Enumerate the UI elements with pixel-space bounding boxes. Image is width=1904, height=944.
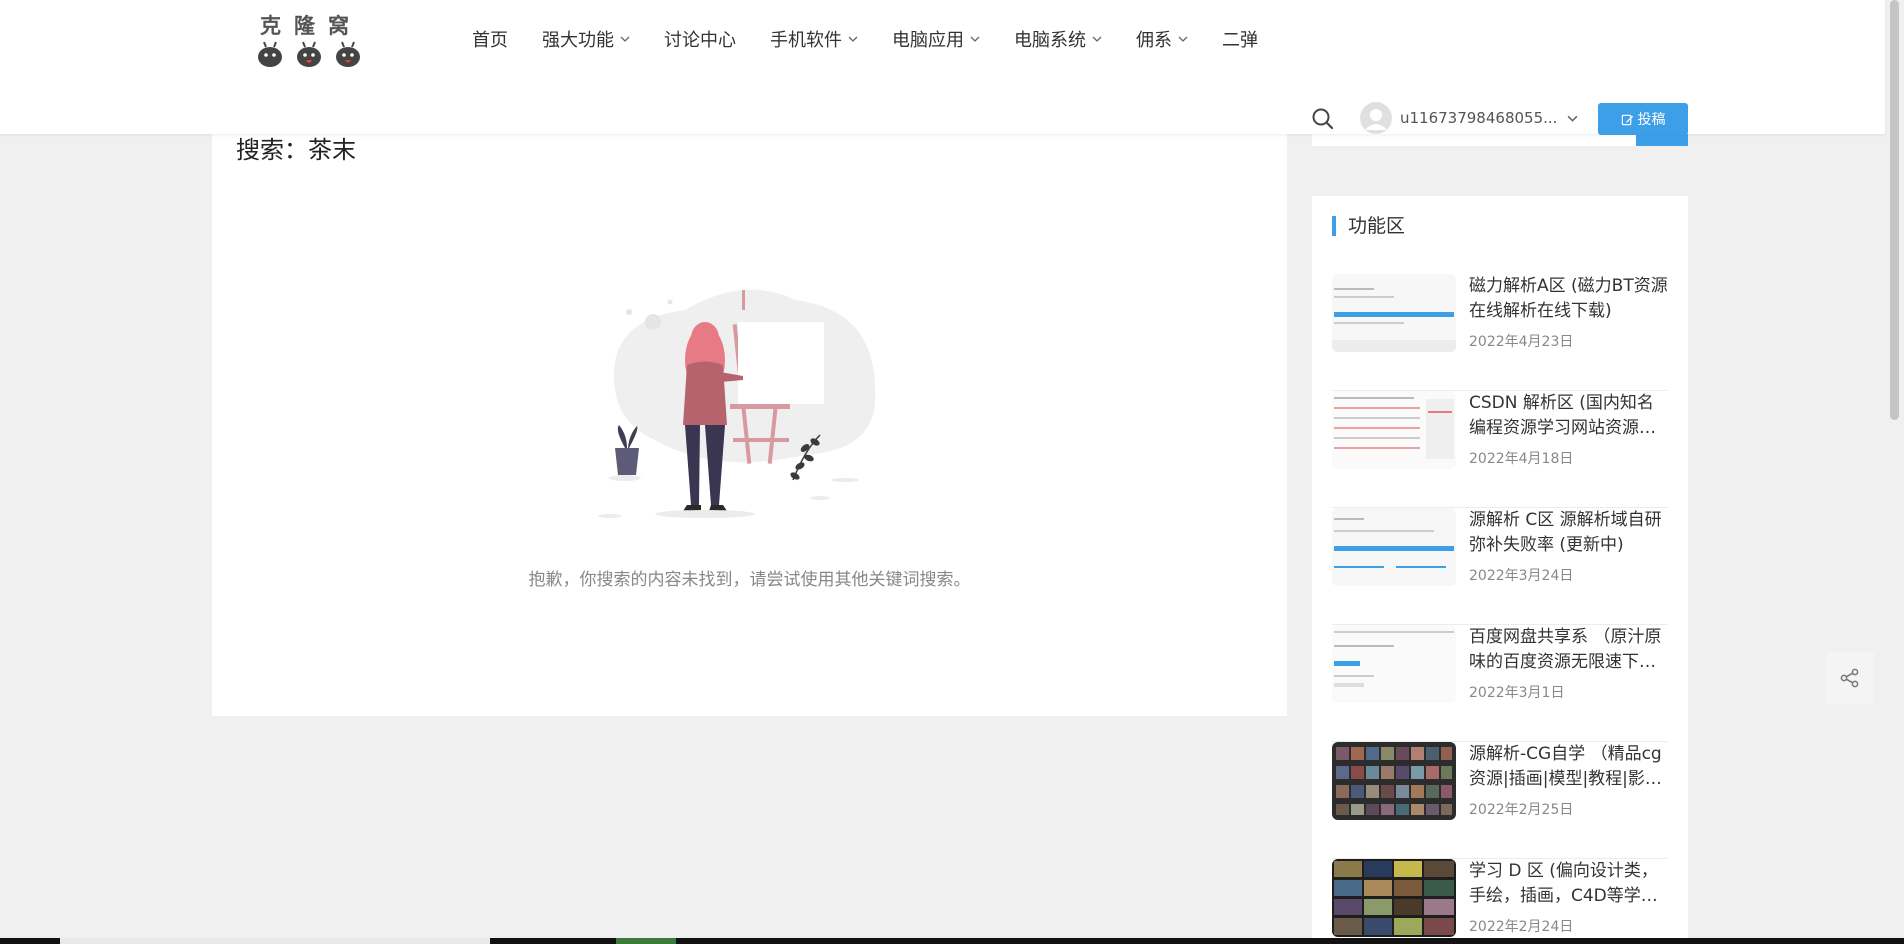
list-item[interactable]: CSDN 解析区 (国内知名编程资源学习网站资源解析) 2022年4月18日 — [1332, 391, 1668, 508]
post-thumbnail[interactable] — [1332, 742, 1456, 820]
nav-label: 电脑应用 — [892, 30, 964, 51]
nav-label: 手机软件 — [770, 30, 842, 51]
nav-item-pc-systems[interactable]: 电脑系统 — [1014, 26, 1102, 52]
taskbar-edge — [0, 938, 1904, 944]
chevron-down-icon — [1178, 36, 1188, 42]
post-date: 2022年3月1日 — [1469, 685, 1565, 701]
list-item[interactable]: 源解析-CG自学 （精品cg资源|插画|模型|教程|影视） 2022年2月25日 — [1332, 742, 1668, 859]
post-title[interactable]: 源解析 C区 源解析域自研弥补失败率 (更新中) — [1469, 508, 1669, 558]
nav-label: 讨论中心 — [664, 30, 736, 51]
post-date: 2022年2月24日 — [1469, 919, 1574, 935]
chevron-down-icon — [848, 36, 858, 42]
sidebar-search-widget — [1312, 134, 1688, 146]
list-item[interactable]: 磁力解析A区 (磁力BT资源在线解析在线下载) 2022年4月23日 — [1332, 274, 1668, 391]
post-date: 2022年4月18日 — [1469, 451, 1574, 467]
edit-icon — [1621, 114, 1633, 125]
taskbar-segment — [616, 938, 676, 944]
post-title[interactable]: 学习 D 区 (偏向设计类，手绘，插画，C4D等学习资源) — [1469, 859, 1669, 909]
post-thumbnail[interactable] — [1332, 859, 1456, 937]
post-thumbnail[interactable] — [1332, 625, 1456, 703]
user-menu[interactable]: u11673798468055... — [1360, 101, 1578, 135]
list-item[interactable]: 源解析 C区 源解析域自研弥补失败率 (更新中) 2022年3月24日 — [1332, 508, 1668, 625]
chevron-down-icon — [620, 36, 630, 42]
page-title: 搜索：茶末 — [236, 136, 356, 164]
submit-post-button[interactable]: 投稿 — [1598, 103, 1688, 135]
empty-state-illustration — [598, 289, 876, 518]
nav-label: 二弹 — [1222, 30, 1258, 51]
username: u11673798468055... — [1400, 109, 1558, 127]
list-item[interactable]: 学习 D 区 (偏向设计类，手绘，插画，C4D等学习资源) 2022年2月24日 — [1332, 859, 1668, 944]
post-title[interactable]: 磁力解析A区 (磁力BT资源在线解析在线下载) — [1469, 274, 1669, 324]
scrollbar-thumb[interactable] — [1890, 0, 1899, 420]
post-thumbnail[interactable] — [1332, 391, 1456, 469]
search-icon[interactable] — [1310, 106, 1336, 132]
avatar-default-icon — [1360, 102, 1392, 134]
submit-post-label: 投稿 — [1637, 112, 1666, 128]
nav-item-discussion[interactable]: 讨论中心 — [664, 26, 736, 52]
share-icon — [1840, 668, 1859, 688]
nav-item-home[interactable]: 首页 — [472, 26, 508, 52]
logo-text: 克隆窝 — [260, 13, 362, 38]
nav-label: 强大功能 — [542, 30, 614, 51]
share-button[interactable] — [1826, 652, 1874, 704]
nav-item-features[interactable]: 强大功能 — [542, 26, 630, 52]
nav-item-pc-apps[interactable]: 电脑应用 — [892, 26, 980, 52]
site-header: 克隆窝 首页 强大功能 讨论中心 手机软件 电脑应用 电脑系统 佣系 二弹 u1… — [0, 0, 1885, 135]
post-list: 磁力解析A区 (磁力BT资源在线解析在线下载) 2022年4月23日 CSDN … — [1332, 274, 1669, 944]
post-thumbnail[interactable] — [1332, 508, 1456, 586]
gallery-thumb-icon — [1332, 859, 1456, 937]
main-nav: 首页 强大功能 讨论中心 手机软件 电脑应用 电脑系统 佣系 二弹 — [472, 24, 1292, 54]
chevron-down-icon — [970, 36, 980, 42]
avatar — [1360, 102, 1392, 134]
nav-label: 电脑系统 — [1014, 30, 1086, 51]
sidebar-search-button[interactable] — [1636, 134, 1688, 146]
chevron-down-icon — [1567, 115, 1578, 122]
list-item[interactable]: 百度网盘共享系 （原汁原味的百度资源无限速下载） 2022年3月1日 — [1332, 625, 1669, 742]
nav-label: 首页 — [472, 30, 508, 51]
widget-title: 功能区 — [1332, 216, 1405, 236]
nav-label: 佣系 — [1136, 30, 1172, 51]
post-date: 2022年3月24日 — [1469, 568, 1574, 584]
post-title[interactable]: 源解析-CG自学 （精品cg资源|插画|模型|教程|影视） — [1469, 742, 1669, 792]
logo-mascot-icon — [258, 41, 360, 67]
sidebar-widget: 功能区 磁力解析A区 (磁力BT资源在线解析在线下载) 2022年4月23日 C… — [1312, 196, 1688, 944]
screenshot-thumb-icon — [1332, 391, 1456, 469]
gallery-thumb-icon — [1332, 742, 1456, 820]
post-date: 2022年4月23日 — [1469, 334, 1574, 350]
post-title[interactable]: 百度网盘共享系 （原汁原味的百度资源无限速下载） — [1469, 625, 1669, 675]
screenshot-thumb-icon — [1332, 625, 1456, 703]
screenshot-thumb-icon — [1332, 274, 1456, 352]
nav-item-mobile-software[interactable]: 手机软件 — [770, 26, 858, 52]
page-scrollbar[interactable] — [1885, 0, 1904, 944]
post-title[interactable]: CSDN 解析区 (国内知名编程资源学习网站资源解析) — [1469, 391, 1669, 441]
screenshot-thumb-icon — [1332, 508, 1456, 586]
site-logo[interactable]: 克隆窝 — [256, 10, 366, 68]
taskbar-segment — [60, 938, 490, 944]
post-thumbnail[interactable] — [1332, 274, 1456, 352]
nav-item-second[interactable]: 二弹 — [1222, 26, 1258, 52]
nav-item-commission[interactable]: 佣系 — [1136, 26, 1188, 52]
empty-state-message: 抱歉，你搜索的内容未找到，请尝试使用其他关键词搜索。 — [528, 570, 971, 590]
post-date: 2022年2月25日 — [1469, 802, 1574, 818]
chevron-down-icon — [1092, 36, 1102, 42]
